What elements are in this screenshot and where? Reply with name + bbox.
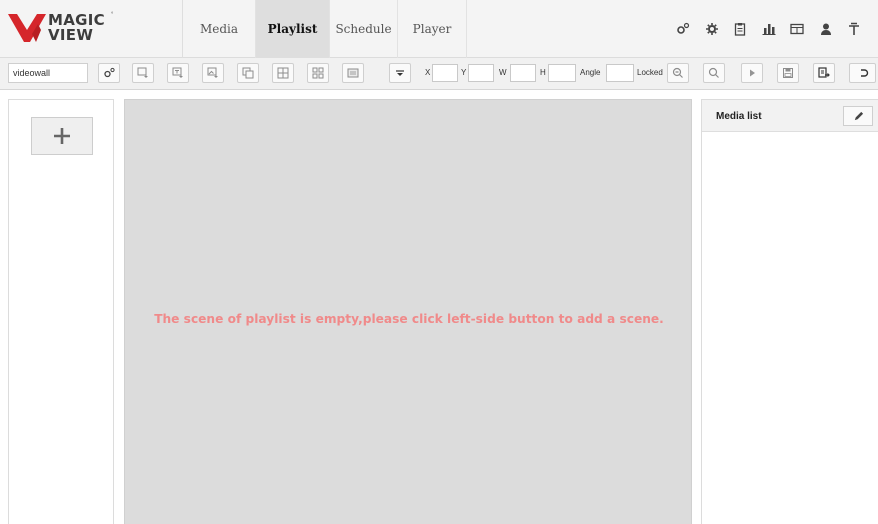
save-icon — [783, 68, 793, 78]
layout-settings-button[interactable] — [98, 63, 120, 83]
scene-stage: The scene of playlist is empty,please cl… — [124, 99, 692, 524]
empty-scene-message: The scene of playlist is empty,please cl… — [154, 312, 664, 326]
bar-chart-icon[interactable] — [758, 18, 780, 40]
tile-layout-icon — [312, 67, 324, 79]
scene-list-panel — [8, 99, 114, 524]
export-icon — [818, 67, 830, 78]
grid-layout-icon — [277, 67, 289, 79]
h-label: H — [540, 68, 546, 77]
tab-playlist[interactable]: Playlist — [256, 0, 330, 58]
main-nav: Media Playlist Schedule Player — [183, 0, 467, 58]
add-image-area-button[interactable] — [202, 63, 224, 83]
edit-media-button[interactable] — [843, 106, 873, 126]
export-button[interactable] — [813, 63, 835, 83]
magic-view-logo[interactable]: MAGIC VIEW ° — [8, 10, 118, 46]
pin-icon[interactable] — [843, 18, 865, 40]
zoom-out-icon — [672, 67, 683, 78]
zoom-out-button[interactable] — [667, 63, 689, 83]
play-icon — [750, 69, 755, 77]
copy-area-icon — [242, 67, 254, 79]
settings-gears-icon[interactable] — [672, 18, 694, 40]
layout-settings-icon — [104, 67, 115, 78]
pencil-icon — [854, 111, 863, 120]
logo-text: MAGIC VIEW — [48, 13, 105, 43]
undo-button[interactable] — [849, 63, 876, 83]
w-input[interactable] — [510, 64, 536, 82]
tab-media[interactable]: Media — [183, 0, 256, 58]
tab-schedule[interactable]: Schedule — [330, 0, 398, 58]
w-label: W — [499, 68, 507, 77]
h-input[interactable] — [548, 64, 576, 82]
gear-icon[interactable] — [701, 18, 723, 40]
tab-player[interactable]: Player — [398, 0, 467, 58]
media-list-title: Media list — [716, 111, 762, 122]
background-icon — [347, 68, 359, 78]
copy-area-button[interactable] — [237, 63, 259, 83]
grid-layout-button[interactable] — [272, 63, 294, 83]
play-button[interactable] — [741, 63, 763, 83]
clipboard-icon[interactable] — [729, 18, 751, 40]
undo-icon — [860, 69, 868, 77]
zoom-in-button[interactable] — [703, 63, 725, 83]
app-header: MAGIC VIEW ° Media Playlist Schedule Pla… — [0, 0, 878, 58]
plus-icon — [54, 128, 70, 144]
angle-label: Angle — [580, 68, 601, 77]
tile-layout-button[interactable] — [307, 63, 329, 83]
y-label: Y — [461, 68, 467, 77]
playlist-toolbar: videowall X Y W H Angle Locked — [0, 58, 878, 90]
angle-input[interactable] — [606, 64, 634, 82]
add-text-area-button[interactable] — [167, 63, 189, 83]
media-list-panel: Media list — [701, 99, 878, 524]
screen-icon[interactable] — [786, 18, 808, 40]
logo-line-2: VIEW — [48, 26, 94, 44]
x-input[interactable] — [432, 64, 458, 82]
locked-label[interactable]: Locked — [637, 68, 663, 78]
add-scene-button[interactable] — [31, 117, 93, 155]
user-icon[interactable] — [815, 18, 837, 40]
logo-mark-icon — [8, 14, 46, 42]
media-list-header: Media list — [702, 100, 878, 132]
header-icons — [672, 18, 872, 40]
dropdown-arrow-icon — [396, 70, 404, 76]
layout-select[interactable]: videowall — [8, 63, 88, 83]
background-button[interactable] — [342, 63, 364, 83]
x-label: X — [425, 68, 431, 77]
logo-trademark: ° — [111, 12, 114, 18]
add-area-icon — [137, 67, 148, 78]
add-area-button[interactable] — [132, 63, 154, 83]
add-text-area-icon — [172, 67, 183, 78]
add-image-area-icon — [207, 67, 218, 78]
y-input[interactable] — [468, 64, 494, 82]
save-button[interactable] — [777, 63, 799, 83]
dropdown-button[interactable] — [389, 63, 411, 83]
zoom-in-icon — [708, 67, 719, 78]
